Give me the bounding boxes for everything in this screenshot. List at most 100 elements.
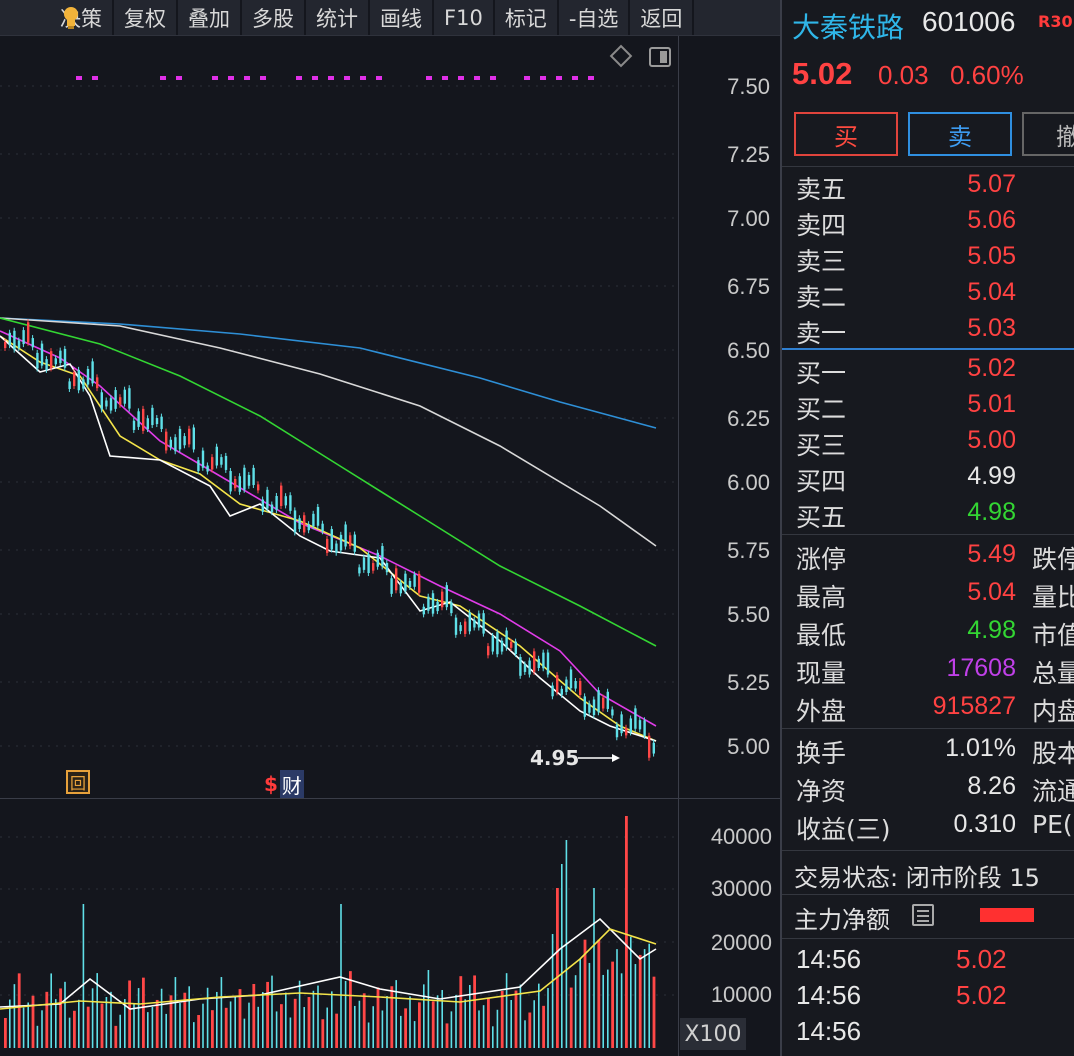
toolbar-f10-button[interactable]: F10 [434, 0, 495, 35]
candle-down [206, 465, 209, 472]
event-buyback-icon[interactable]: 回 [66, 770, 90, 794]
candle-down [155, 418, 159, 425]
ma20-line [0, 330, 657, 727]
candle-up [418, 573, 421, 593]
tick-row: 14:56 5.02 [796, 944, 1074, 980]
volume-bar-up [114, 1025, 118, 1048]
ask-row[interactable]: 卖二 5.04 [796, 276, 1074, 312]
volume-unit-label[interactable]: X100 [680, 1018, 746, 1050]
bid-row[interactable]: 买三 5.00 [796, 424, 1074, 460]
event-finance-icon[interactable]: $ 财 [264, 769, 304, 799]
ask-row[interactable]: 卖四 5.06 [796, 204, 1074, 240]
volume-bar-up [431, 1001, 435, 1048]
candle-down [408, 580, 412, 587]
bid-row[interactable]: 买二 5.01 [796, 388, 1074, 424]
candle-down [385, 563, 389, 573]
price-tick: 7.00 [727, 206, 770, 231]
stat-label: 涨停 [796, 545, 847, 574]
candle-down [13, 330, 16, 350]
bid-price: 5.01 [967, 390, 1016, 418]
stat-label: PE( [1032, 810, 1073, 839]
candle-down [298, 518, 301, 530]
volume-bar-up [59, 988, 62, 1048]
menu-icon[interactable] [912, 904, 934, 926]
candle-up [280, 485, 283, 506]
candle-down [560, 688, 563, 695]
bid-label: 买四 [796, 467, 847, 496]
bid-row[interactable]: 买一 5.02 [796, 352, 1074, 388]
candle-down [224, 455, 228, 470]
candle-down [197, 460, 200, 471]
ask-row[interactable]: 卖五 5.07 [796, 168, 1074, 204]
ask-row[interactable]: 卖一 5.03 [796, 312, 1074, 348]
trade-state: 交易状态: 闭市阶段 15 [794, 864, 1040, 892]
volume-bar-up [459, 976, 463, 1048]
stat-label: 市值 [1032, 621, 1074, 650]
candle-up [464, 621, 467, 634]
candle-down [36, 352, 39, 369]
toolbar-overlay-button[interactable]: 叠加 [178, 0, 242, 35]
candle-down [123, 389, 126, 404]
toolbar-multi-stock-button[interactable]: 多股 [242, 0, 306, 35]
buy-button[interactable]: 买 [794, 112, 898, 156]
candle-down [353, 534, 356, 552]
candle-up [188, 428, 191, 445]
main-net-label: 主力净额 [794, 906, 890, 934]
candle-down [459, 625, 462, 632]
stat-label: 净资 [796, 777, 847, 806]
volume-bar-up [528, 1012, 532, 1048]
toolbar-stats-button[interactable]: 统计 [306, 0, 370, 35]
candle-down [284, 496, 287, 506]
sell-button[interactable]: 卖 [908, 112, 1012, 156]
candle-down [215, 446, 218, 466]
divider [782, 728, 1074, 729]
toolbar-adjust-button[interactable]: 复权 [114, 0, 178, 35]
stat-row: 最高 5.04 量比 [796, 576, 1074, 614]
bid-row[interactable]: 买五 4.98 [796, 496, 1074, 532]
ask-label: 卖五 [796, 175, 847, 204]
volume-bar-up [597, 939, 601, 1048]
tick-price: 5.02 [956, 980, 1007, 1010]
ask-price: 5.04 [967, 278, 1016, 306]
candle-down [592, 699, 596, 716]
candle-down [638, 720, 642, 730]
toolbar-back-button[interactable]: 返回 [630, 0, 695, 35]
bid-row[interactable]: 买四 4.99 [796, 460, 1074, 496]
toolbar-draw-button[interactable]: 画线 [370, 0, 434, 35]
candle-down [183, 436, 186, 446]
volume-tick: 30000 [710, 876, 772, 901]
stat-row: 最低 4.98 市值 [796, 614, 1074, 652]
volume-bar-up [500, 990, 504, 1048]
candlestick-chart[interactable] [0, 36, 780, 798]
stat-row: 涨停 5.49 跌停 [796, 538, 1074, 576]
margin-badge: R30 [1038, 12, 1073, 31]
toolbar-remove-watchlist-button[interactable]: -自选 [559, 0, 631, 35]
candle-up [510, 641, 513, 648]
toolbar-mark-button[interactable]: 标记 [495, 0, 559, 35]
stat-row: 净资 8.26 流通 [796, 770, 1074, 808]
candle-down [132, 420, 136, 430]
candle-down [505, 630, 508, 648]
ask-price: 5.03 [967, 314, 1016, 342]
price-chart-canvas [0, 76, 678, 762]
cancel-order-button[interactable]: 撤 [1022, 112, 1074, 156]
candle-down [367, 554, 370, 574]
divider [782, 166, 1074, 167]
price-tick: 7.50 [727, 74, 770, 99]
volume-chart[interactable] [0, 799, 780, 1056]
price-tick: 6.75 [727, 274, 770, 299]
candle-down [436, 601, 439, 612]
candle-down [454, 617, 458, 635]
bid-price: 4.98 [967, 498, 1016, 526]
volume-bar-up [293, 998, 297, 1048]
candle-down [316, 506, 320, 526]
bid-label: 买五 [796, 503, 847, 532]
stat-value: 915827 [932, 692, 1016, 720]
panel-toggle-icon[interactable] [649, 47, 671, 67]
candle-down [17, 340, 21, 349]
volume-tick: 40000 [710, 824, 772, 849]
toolbar-decision-button[interactable]: 决策 [0, 0, 114, 35]
candle-down [528, 660, 531, 675]
tick-price: 5.02 [956, 944, 1007, 974]
ask-row[interactable]: 卖三 5.05 [796, 240, 1074, 276]
